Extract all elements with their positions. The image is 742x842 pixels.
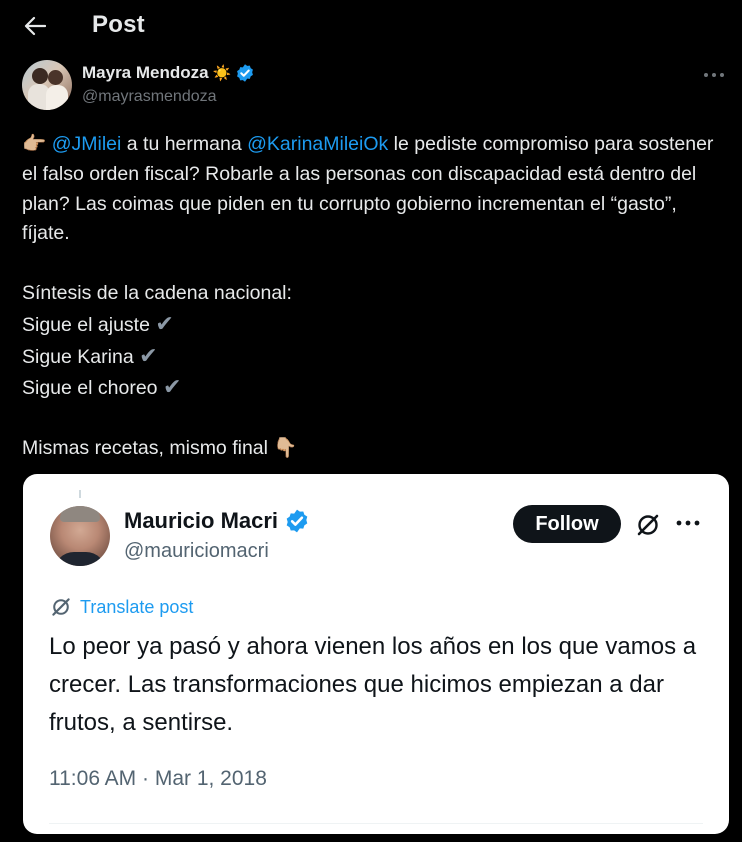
translate-label[interactable]: Translate post bbox=[80, 597, 193, 618]
sun-emoji: ☀️ bbox=[212, 65, 232, 82]
check-mark-icon: ✔ bbox=[155, 310, 174, 336]
arrow-left-icon bbox=[24, 16, 46, 36]
check-mark-icon: ✔ bbox=[139, 342, 158, 368]
pointing-down-emoji: 👇🏼 bbox=[273, 436, 298, 459]
grok-icon bbox=[637, 514, 659, 536]
more-horizontal-icon bbox=[704, 73, 724, 77]
list-line-choreo: Sigue el choreo bbox=[22, 377, 158, 400]
quoted-author-handle[interactable]: @mauriciomacri bbox=[124, 540, 269, 563]
quoted-post-text: Lo peor ya pasó y ahora vienen los años … bbox=[49, 633, 697, 736]
verified-badge-icon bbox=[237, 64, 254, 82]
post-author: Mayra Mendoza ☀️ @mayrasmendoza bbox=[22, 60, 722, 110]
quoted-name-row[interactable]: Mauricio Macri bbox=[124, 508, 310, 534]
page-title: Post bbox=[92, 11, 145, 38]
list-line-ajuste: Sigue el ajuste bbox=[22, 313, 150, 336]
author-name[interactable]: Mayra Mendoza bbox=[82, 63, 209, 83]
pointing-emoji: 👉🏼 bbox=[22, 133, 47, 155]
quoted-timestamp[interactable]: 11:06 AM · Mar 1, 2018 bbox=[49, 767, 267, 791]
back-button[interactable] bbox=[18, 10, 52, 42]
translate-post-link[interactable]: Translate post bbox=[50, 596, 193, 618]
more-horizontal-icon bbox=[676, 520, 700, 526]
author-handle[interactable]: @mayrasmendoza bbox=[82, 88, 217, 106]
post-text: 👉🏼 @JMilei a tu hermana @KarinaMileiOk l… bbox=[22, 130, 722, 464]
verified-badge-icon bbox=[286, 509, 308, 533]
quoted-avatar[interactable] bbox=[50, 506, 110, 566]
mention-jmilei[interactable]: @JMilei bbox=[52, 133, 122, 155]
check-mark-icon: ✔ bbox=[162, 374, 182, 400]
summary-line: Síntesis de la cadena nacional: bbox=[22, 281, 292, 304]
translate-icon bbox=[52, 598, 70, 616]
avatar[interactable] bbox=[22, 60, 72, 110]
follow-button[interactable]: Follow bbox=[513, 505, 621, 543]
divider bbox=[49, 823, 703, 824]
divider-tick bbox=[79, 490, 81, 498]
closing-line: Mismas recetas, mismo final bbox=[22, 436, 268, 459]
list-line-karina: Sigue Karina bbox=[22, 345, 134, 368]
author-name-row[interactable]: Mayra Mendoza ☀️ bbox=[82, 63, 255, 83]
mention-karinamileiok[interactable]: @KarinaMileiOk bbox=[247, 133, 388, 155]
post-text-part1: a tu hermana bbox=[121, 133, 248, 155]
quoted-author-name[interactable]: Mauricio Macri bbox=[124, 508, 278, 534]
quoted-more-button[interactable] bbox=[675, 512, 703, 534]
quoted-post-card[interactable]: Mauricio Macri @mauriciomacri Follow Tra… bbox=[23, 474, 729, 834]
grok-button[interactable] bbox=[635, 512, 661, 538]
top-bar: Post bbox=[0, 0, 742, 52]
more-options-button[interactable] bbox=[702, 62, 726, 82]
